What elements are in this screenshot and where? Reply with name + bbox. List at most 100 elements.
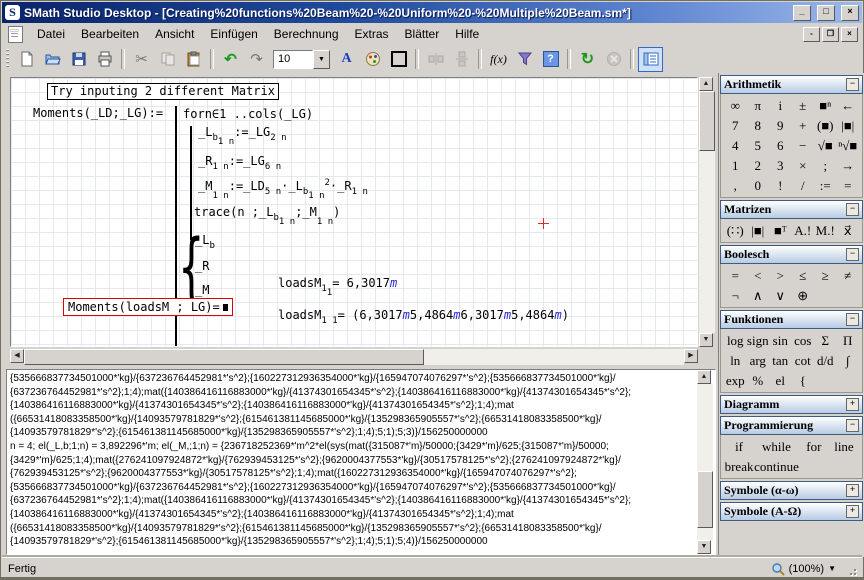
palette-button[interactable]: = [724, 266, 747, 285]
system-item-Lb[interactable]: _Lb [195, 233, 215, 247]
open-button[interactable] [40, 47, 65, 72]
palette-button[interactable]: 3 [769, 156, 792, 175]
selected-expression-box[interactable]: Moments (loadsM ; LG)= [63, 298, 233, 316]
filter-button[interactable] [512, 47, 537, 72]
scroll-down-arrow[interactable]: ▼ [699, 333, 713, 347]
canvas-horizontal-scrollbar[interactable]: ◀ ▶ [10, 349, 698, 365]
save-button[interactable] [66, 47, 91, 72]
palette-button[interactable]: ≥ [814, 266, 837, 285]
palette-button[interactable]: cos [792, 331, 815, 350]
expand-icon[interactable]: + [846, 484, 859, 497]
collapse-icon[interactable]: − [846, 248, 859, 261]
redo-button[interactable]: ↷ [244, 47, 269, 72]
palette-button[interactable]: π [747, 96, 770, 115]
new-button[interactable] [14, 47, 39, 72]
statement-M[interactable]: _M1 n := _LD5 n·_Lb1 n2·_R1 n [198, 179, 368, 193]
scroll-track[interactable] [697, 384, 713, 540]
palette-header[interactable]: Arithmetik− [720, 75, 863, 94]
palette-button[interactable]: ; [814, 156, 837, 175]
palette-button[interactable]: sin [769, 331, 792, 350]
palette-button[interactable]: Π [837, 331, 860, 350]
mdi-restore-button[interactable]: ❐ [822, 27, 839, 42]
palette-button[interactable]: { [792, 371, 815, 390]
palette-button[interactable]: exp [724, 371, 747, 390]
palette-button[interactable]: |■| [747, 221, 770, 240]
palette-button[interactable]: 8 [747, 116, 770, 135]
align-horizontal-button[interactable] [423, 47, 448, 72]
document-icon[interactable] [8, 26, 23, 43]
scroll-thumb[interactable] [699, 91, 715, 151]
help-button[interactable]: ? [538, 47, 563, 72]
palette-button[interactable]: 7 [724, 116, 747, 135]
palette-button[interactable]: cot [792, 351, 815, 370]
background-color-button[interactable] [360, 47, 385, 72]
scroll-right-arrow[interactable]: ▶ [684, 349, 698, 363]
palette-button[interactable]: 5 [747, 136, 770, 155]
minimize-button[interactable]: _ [793, 5, 811, 21]
font-size-value[interactable]: 10 [273, 50, 313, 69]
collapse-icon[interactable]: − [846, 419, 859, 432]
palette-button[interactable]: ≠ [837, 266, 860, 285]
palette-button[interactable]: continue [754, 457, 799, 476]
menu-item-extras[interactable]: Extras [347, 25, 397, 43]
palette-button[interactable]: ≤ [792, 266, 815, 285]
note-box[interactable]: Try inputing 2 different Matrix [47, 83, 279, 100]
palette-button[interactable]: ± [792, 96, 815, 115]
paste-button[interactable] [181, 47, 206, 72]
palette-button[interactable]: x⃗ [837, 221, 860, 240]
palette-header[interactable]: Symbole (α-ω)+ [720, 481, 863, 500]
collapse-icon[interactable]: − [846, 78, 859, 91]
palette-button[interactable]: ■ᵀ [769, 221, 792, 240]
cut-button[interactable]: ✂ [129, 47, 154, 72]
palette-button[interactable]: 0 [747, 176, 770, 195]
palette-button[interactable]: Σ [814, 331, 837, 350]
output-pane[interactable]: {535666837734501000*'kg}/{63723676445298… [6, 369, 716, 555]
scroll-track[interactable] [24, 349, 684, 365]
collapse-icon[interactable]: − [846, 203, 859, 216]
canvas-vertical-scrollbar[interactable]: ▲ ▼ [699, 77, 715, 347]
palette-button[interactable]: × [792, 156, 815, 175]
palette-button[interactable]: ■ⁿ [814, 96, 837, 115]
output-vertical-scrollbar[interactable]: ▲ ▼ [697, 370, 713, 554]
menu-item-hilfe[interactable]: Hilfe [447, 25, 487, 43]
copy-button[interactable] [155, 47, 180, 72]
scroll-thumb[interactable] [24, 349, 424, 365]
menu-item-ansicht[interactable]: Ansicht [147, 25, 202, 43]
function-definition-lhs[interactable]: Moments (_LD ; _LG) := [33, 106, 163, 120]
zoom-level[interactable]: (100%) [789, 563, 824, 575]
palette-button[interactable]: ∞ [724, 96, 747, 115]
palette-button[interactable]: A.! [792, 221, 815, 240]
palette-button[interactable]: % [747, 371, 770, 390]
palette-header[interactable]: Diagramm+ [720, 395, 863, 414]
expand-icon[interactable]: + [846, 398, 859, 411]
scroll-up-arrow[interactable]: ▲ [699, 77, 713, 91]
palette-button[interactable]: , [724, 176, 747, 195]
palette-button[interactable]: → [837, 156, 860, 175]
palette-button[interactable]: (∷) [724, 221, 747, 240]
menu-item-berechnung[interactable]: Berechnung [266, 25, 347, 43]
scroll-left-arrow[interactable]: ◀ [10, 349, 24, 363]
palette-button[interactable]: ¬ [724, 286, 747, 305]
palette-button[interactable]: ∧ [747, 286, 770, 305]
palette-button[interactable]: / [792, 176, 815, 195]
border-button[interactable] [386, 47, 411, 72]
palette-button[interactable]: 9 [769, 116, 792, 135]
palette-button[interactable]: M.! [814, 221, 837, 240]
undo-button[interactable]: ↶ [218, 47, 243, 72]
scroll-down-arrow[interactable]: ▼ [697, 540, 711, 554]
palette-button[interactable]: arg [747, 351, 770, 370]
side-panels-toggle-button[interactable] [638, 47, 663, 72]
palette-button[interactable]: break [724, 457, 754, 476]
palette-button[interactable]: 6 [769, 136, 792, 155]
palette-button[interactable]: > [769, 266, 792, 285]
scroll-track[interactable] [699, 91, 715, 333]
recalculate-button[interactable]: ↻ [575, 47, 600, 72]
zoom-dropdown-arrow[interactable]: ▼ [828, 564, 836, 573]
statement-trace[interactable]: trace(n ; _Lb1 n ; _M1 n) [194, 205, 340, 219]
result-loadsM-row[interactable]: loadsM1 1 = ( 6,3017 m 5,4864 m 6,3017 m… [278, 308, 569, 322]
palette-button[interactable]: if [724, 437, 754, 456]
menu-item-blätter[interactable]: Blätter [397, 25, 448, 43]
result-loadsM-scalar[interactable]: loadsM11 = 6,3017 m [278, 276, 397, 290]
maximize-button[interactable]: □ [817, 5, 835, 21]
function-button[interactable]: f(x) [486, 47, 511, 72]
